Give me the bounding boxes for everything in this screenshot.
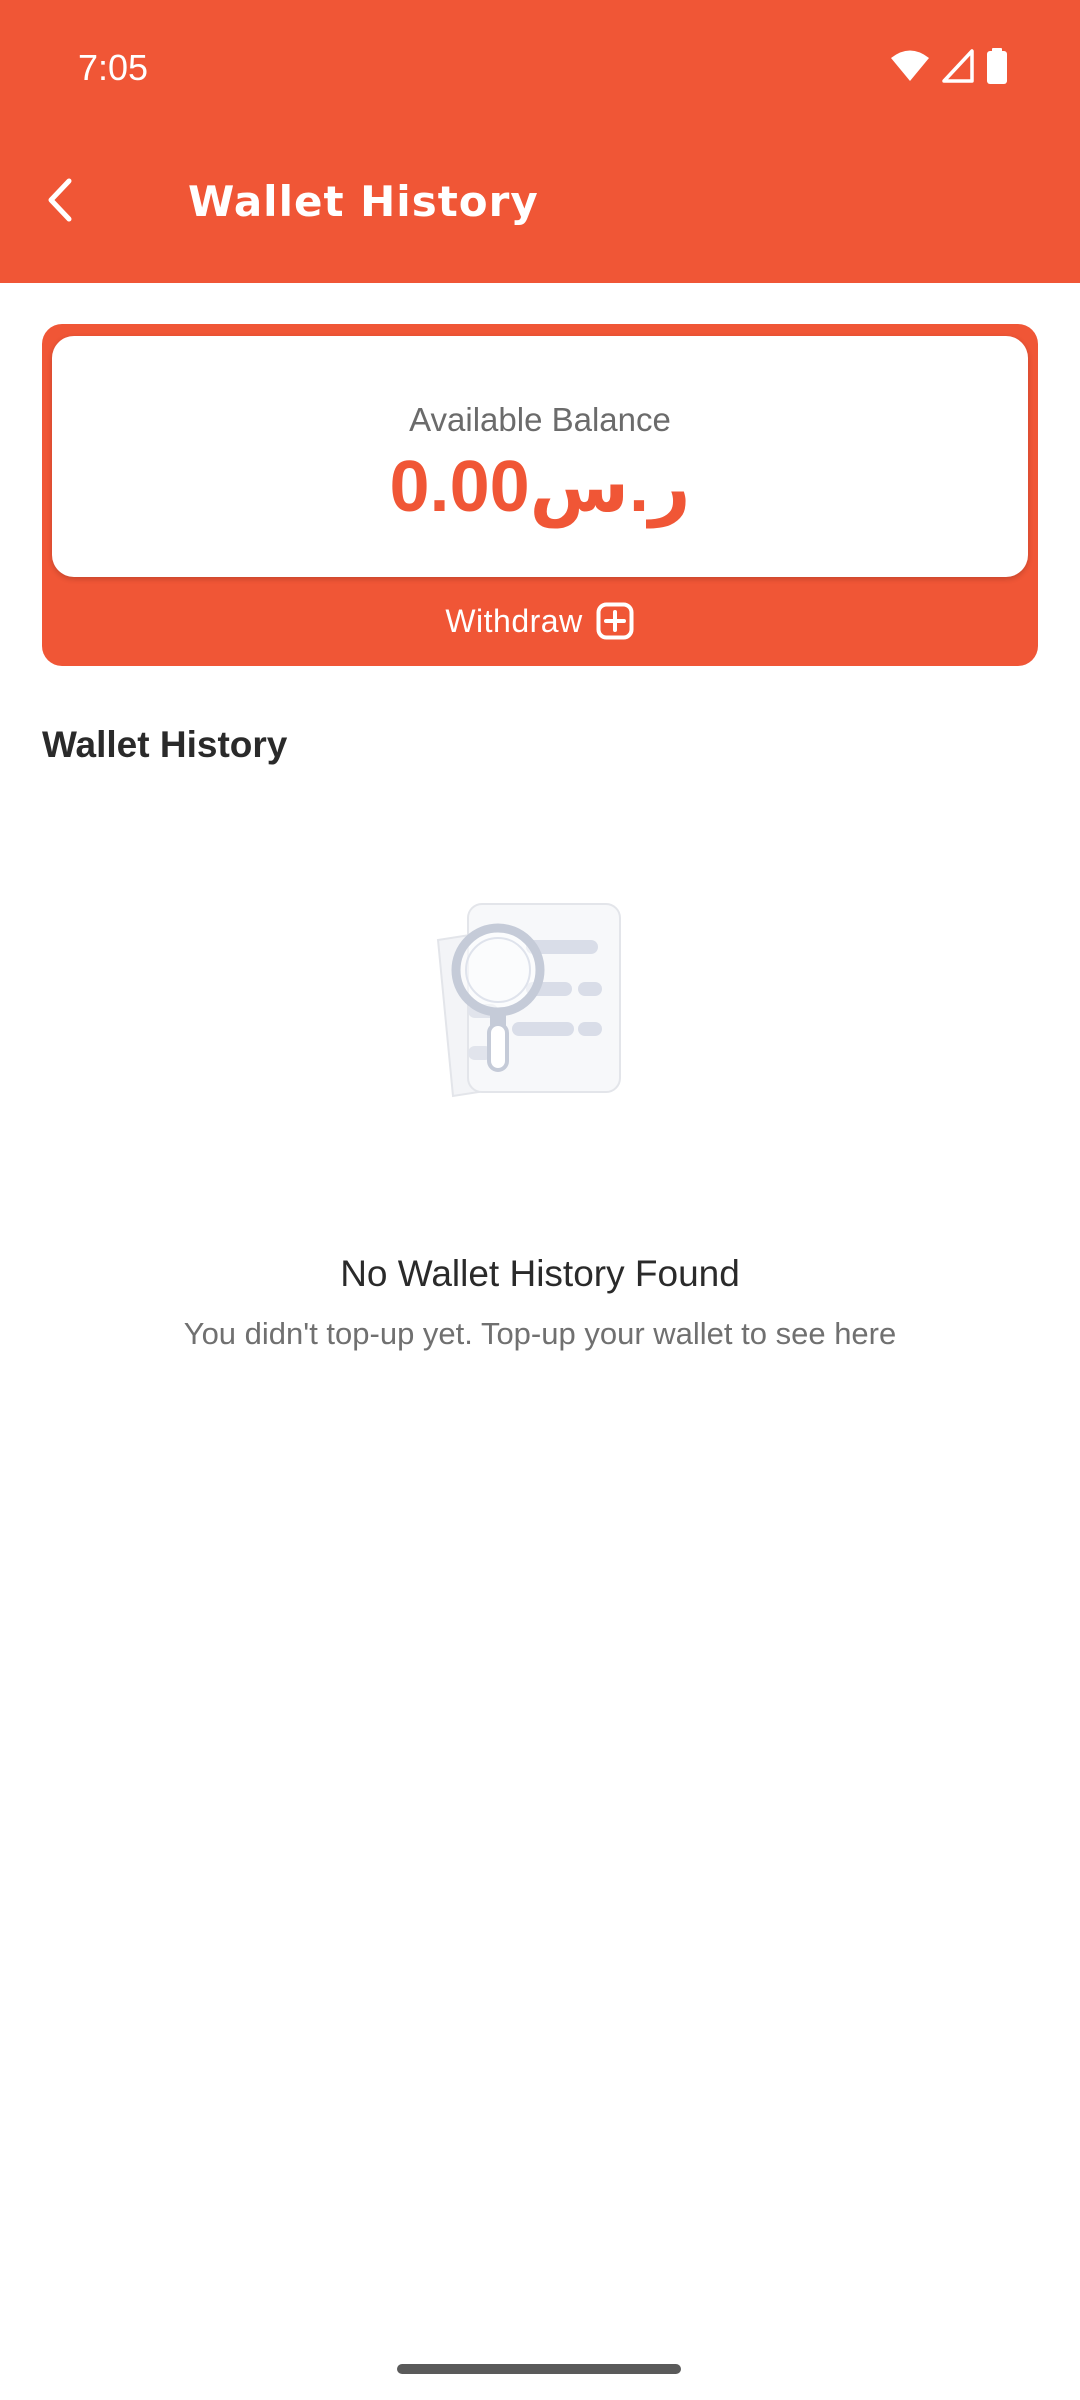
search-document-icon [428,900,628,1120]
withdraw-label: Withdraw [445,603,583,639]
balance-label: Available Balance [409,401,671,438]
empty-state-title: No Wallet History Found [340,1253,740,1294]
empty-state-subtitle: You didn't top-up yet. Top-up your walle… [183,1316,897,1351]
status-icons [890,46,1008,90]
battery-icon [986,47,1008,89]
balance-card: Available Balance 0.00ر.س Withdraw [42,324,1038,666]
chevron-left-icon [45,177,75,228]
plus-square-icon [595,601,635,641]
signal-icon [942,48,974,88]
balance-panel: Available Balance 0.00ر.س [52,336,1028,577]
wifi-icon [890,49,930,88]
page-title: Wallet History [188,177,539,226]
balance-amount: 0.00ر.س [389,447,691,527]
home-indicator[interactable] [397,2364,681,2374]
back-button[interactable] [28,170,92,234]
withdraw-button[interactable]: Withdraw [42,594,1038,648]
status-time: 7:05 [78,47,149,88]
section-title: Wallet History [42,724,288,765]
app-header: 7:05 Wallet History [0,0,1080,283]
